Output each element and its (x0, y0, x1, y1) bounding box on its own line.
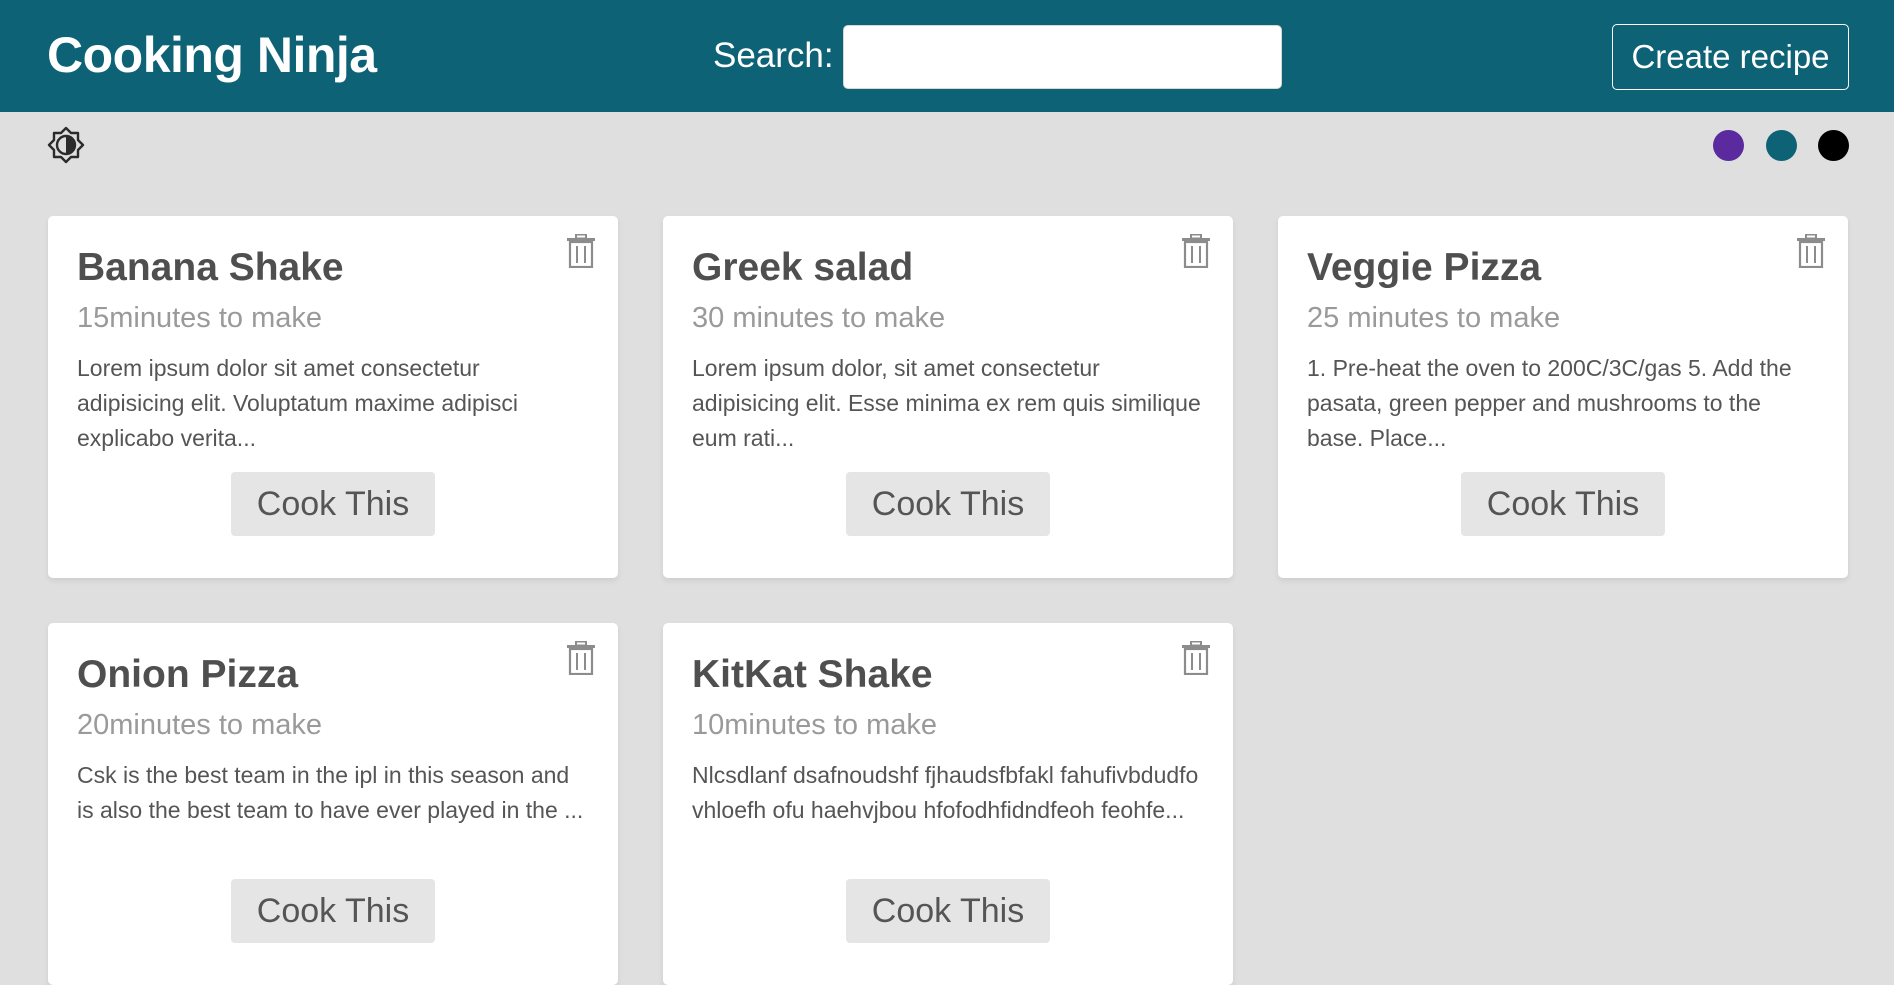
recipe-description: 1. Pre-heat the oven to 200C/3C/gas 5. A… (1307, 355, 1792, 451)
recipe-title: Greek salad (692, 246, 914, 289)
brand-title[interactable]: Cooking Ninja (47, 26, 377, 84)
recipe-description: Lorem ipsum dolor, sit amet consectetur … (692, 355, 1201, 451)
trash-icon[interactable] (566, 233, 596, 269)
cook-this-button[interactable]: Cook This (846, 879, 1050, 943)
recipe-card: Veggie Pizza 25 minutes to make 1. Pre-hea… (1278, 216, 1848, 578)
recipe-time: 20minutes to make (77, 709, 323, 741)
theme-color-teal[interactable] (1766, 130, 1797, 161)
recipe-time: 25 minutes to make (1307, 302, 1561, 334)
create-recipe-button[interactable]: Create recipe (1612, 24, 1849, 90)
recipe-description: Csk is the best team in the ipl in this … (77, 762, 584, 823)
recipe-title: Banana Shake (77, 246, 344, 289)
recipe-time: 10minutes to make (692, 709, 938, 741)
theme-color-purple[interactable] (1713, 130, 1744, 161)
recipe-card: KitKat Shake 10minutes to make Nlcsdlanf d… (663, 623, 1233, 985)
recipe-description: Nlcsdlanf dsafnoudshf fjhaudsfbfakl fahu… (692, 762, 1199, 823)
trash-icon[interactable] (1181, 233, 1211, 269)
recipe-time: 30 minutes to make (692, 302, 946, 334)
trash-icon[interactable] (1181, 640, 1211, 676)
cook-this-button[interactable]: Cook This (846, 472, 1050, 536)
recipe-time: 15minutes to make (77, 302, 323, 334)
trash-icon[interactable] (1796, 233, 1826, 269)
cook-this-button[interactable]: Cook This (231, 472, 435, 536)
recipe-card: Onion Pizza 20minutes to make Csk is the b… (48, 623, 618, 985)
recipe-title: KitKat Shake (692, 653, 933, 696)
recipe-title: Onion Pizza (77, 653, 299, 696)
brightness-toggle-icon[interactable] (47, 126, 85, 164)
cook-this-button[interactable]: Cook This (1461, 472, 1665, 536)
search-label: Search: (713, 36, 834, 75)
trash-icon[interactable] (566, 640, 596, 676)
recipe-description: Lorem ipsum dolor sit amet consectetur a… (77, 355, 519, 451)
theme-color-black[interactable] (1818, 130, 1849, 161)
cook-this-button[interactable]: Cook This (231, 879, 435, 943)
recipe-title: Veggie Pizza (1307, 246, 1542, 289)
recipe-card: Greek salad 30 minutes to make Lorem ipsum… (663, 216, 1233, 578)
recipe-card: Banana Shake 15minutes to make Lorem ipsum… (48, 216, 618, 578)
navbar: Cooking Ninja Search: Create recipe (0, 0, 1894, 112)
search-input[interactable] (843, 25, 1282, 89)
